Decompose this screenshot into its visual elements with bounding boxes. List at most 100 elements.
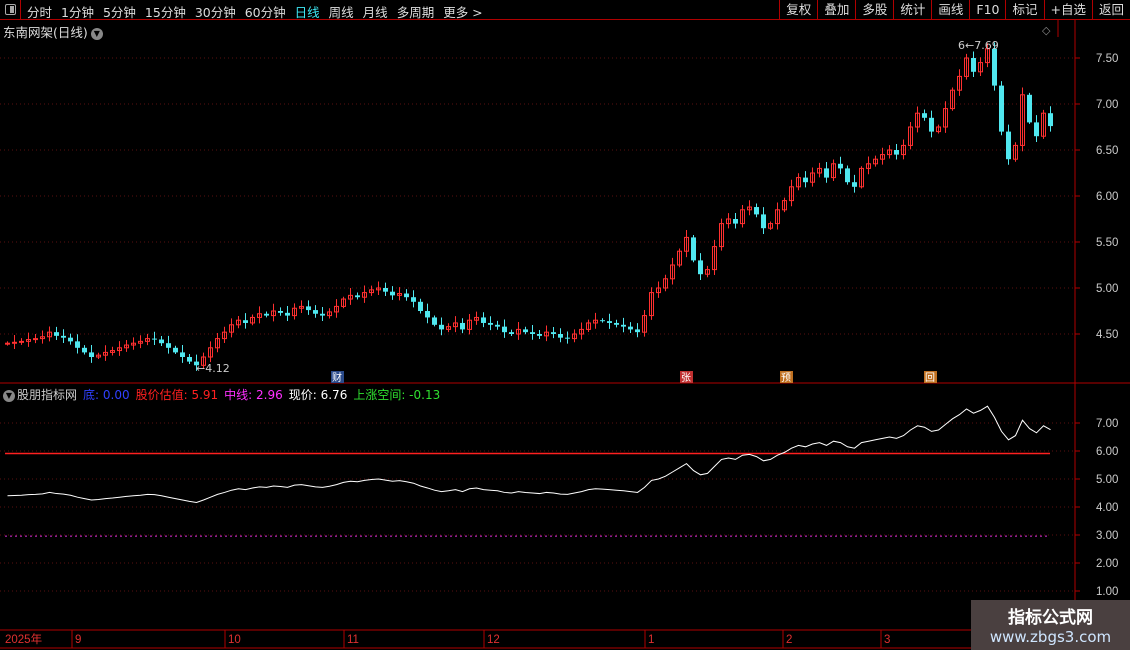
candle-body — [425, 311, 430, 318]
candle-body — [313, 310, 318, 314]
candle-body — [460, 322, 465, 330]
candle-body — [502, 326, 507, 333]
candle-body — [19, 340, 24, 343]
candle-body — [383, 288, 388, 292]
candle-body — [733, 219, 738, 224]
candle-body — [691, 237, 696, 261]
event-marker-label: 回 — [925, 372, 935, 384]
candle-body — [509, 332, 514, 334]
candle-body — [12, 341, 17, 344]
candle-body — [152, 338, 157, 340]
candle-body — [698, 260, 703, 275]
indicator-axis-label: 1.00 — [1096, 586, 1118, 598]
candle-body — [5, 342, 10, 345]
candle-body — [54, 332, 59, 336]
candle-body — [929, 117, 934, 132]
candle-body — [173, 347, 178, 353]
candle-body — [320, 313, 325, 316]
candle-body — [635, 329, 640, 333]
candle-body — [1006, 131, 1011, 160]
time-axis-label: 10 — [228, 634, 241, 646]
candle-body — [33, 338, 38, 341]
event-marker-label: 财 — [332, 371, 342, 384]
price-axis-label: 5.50 — [1096, 237, 1118, 249]
indicator-axis-label: 5.00 — [1096, 474, 1118, 486]
candle-body — [355, 295, 360, 298]
candle-body — [180, 352, 185, 357]
watermark-url: www.zbgs3.com — [989, 628, 1112, 646]
candle-body — [551, 332, 556, 334]
candle-body — [306, 306, 311, 311]
candle-body — [390, 291, 395, 296]
time-axis-label: 2 — [786, 634, 792, 646]
time-axis-label: 9 — [75, 634, 81, 646]
candle-body — [607, 321, 612, 323]
candle-body — [530, 332, 535, 334]
candle-body — [243, 320, 248, 323]
diamond-icon: ◇ — [1042, 24, 1051, 37]
candle-body — [418, 301, 423, 311]
candle-body — [495, 324, 500, 327]
candle-body — [824, 168, 829, 178]
candle-body — [754, 207, 759, 215]
candle-body — [481, 317, 486, 323]
candle-body — [1034, 122, 1039, 137]
price-line — [7, 405, 1051, 504]
event-marker-label: 预 — [781, 372, 791, 384]
price-axis-label: 7.00 — [1096, 99, 1118, 111]
candle-body — [628, 326, 633, 330]
candle-body — [614, 322, 619, 325]
time-axis-label: 2025年 — [5, 632, 42, 646]
candle-body — [488, 322, 493, 325]
time-axis-label: 12 — [487, 634, 500, 646]
candle-body — [523, 329, 528, 333]
candle-body — [894, 150, 899, 155]
time-axis-label: 11 — [347, 634, 359, 646]
candle-body — [621, 324, 626, 327]
candle-body — [75, 341, 80, 348]
candle-body — [264, 313, 269, 316]
chart-area[interactable]: ◇ 7.50 7.00 6.50 6.00 5.50 5.00 4.50 7.00 6.00 5.0… — [0, 0, 1130, 650]
candle-body — [1048, 113, 1053, 127]
candle-body — [922, 113, 927, 118]
candle-body — [285, 312, 290, 316]
candle-body — [803, 177, 808, 183]
price-axis-label: 4.50 — [1096, 329, 1118, 341]
candle-body — [411, 297, 416, 302]
event-marker-label: 张 — [681, 372, 691, 384]
watermark: 指标公式网 www.zbgs3.com — [971, 600, 1130, 650]
candle-body — [838, 163, 843, 169]
candle-body — [187, 357, 192, 362]
price-axis-label: 6.00 — [1096, 191, 1118, 203]
candle-body — [600, 320, 605, 322]
time-axis-label: 1 — [648, 634, 654, 646]
time-axis-label: 3 — [884, 634, 890, 646]
candle-body — [971, 58, 976, 72]
indicator-axis-label: 6.00 — [1096, 446, 1118, 458]
price-axis-label: 5.00 — [1096, 283, 1118, 295]
candle-body — [845, 168, 850, 183]
candle-body — [159, 339, 164, 344]
indicator-axis-label: 2.00 — [1096, 558, 1118, 570]
candle-body — [404, 293, 409, 298]
candle-body — [992, 48, 997, 86]
candle-body — [852, 182, 857, 187]
candle-body — [558, 334, 563, 338]
candle-body — [166, 343, 171, 348]
candle-body — [89, 352, 94, 357]
price-axis-label: 6.50 — [1096, 145, 1118, 157]
price-axis-label: 7.50 — [1096, 53, 1118, 65]
candle-body — [439, 324, 444, 330]
indicator-axis-label: 7.00 — [1096, 418, 1118, 430]
candle-body — [1027, 94, 1032, 123]
candle-body — [82, 347, 87, 353]
candle-body — [537, 334, 542, 336]
indicator-axis-label: 4.00 — [1096, 502, 1118, 514]
candle-body — [761, 214, 766, 229]
high-price-label: 6←7.69 — [958, 39, 999, 52]
candle-body — [565, 337, 570, 339]
candle-body — [999, 85, 1004, 132]
candle-body — [68, 337, 73, 342]
indicator-axis-label: 3.00 — [1096, 530, 1118, 542]
candle-body — [432, 317, 437, 325]
